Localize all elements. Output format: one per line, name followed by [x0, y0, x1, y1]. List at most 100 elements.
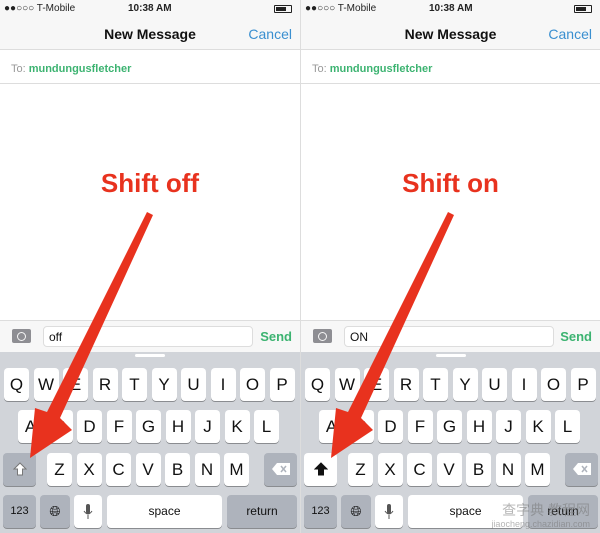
shift-arrow-icon — [313, 462, 328, 476]
key-m[interactable]: M — [525, 453, 550, 486]
key-k[interactable]: K — [224, 410, 250, 443]
carrier-label: ●●○○○ T-Mobile — [4, 3, 76, 14]
cancel-button[interactable]: Cancel — [548, 26, 592, 42]
key-m[interactable]: M — [224, 453, 249, 486]
globe-icon: 🌐︎ — [49, 503, 61, 519]
key-j[interactable]: J — [496, 410, 521, 443]
key-d[interactable]: D — [378, 410, 403, 443]
delete-key[interactable] — [264, 453, 297, 486]
key-o[interactable]: O — [240, 368, 265, 401]
key-w[interactable]: W — [334, 368, 360, 401]
key-t[interactable]: T — [423, 368, 448, 401]
key-i[interactable]: I — [210, 368, 236, 401]
panel-shift-on: ●●○○○ T-Mobile 10:38 AM New Message Cancel T… — [300, 0, 600, 533]
panel-shift-off: ●●○○○ T-Mobile 10:38 AM New Message Cancel T… — [0, 0, 300, 533]
key-r[interactable]: R — [92, 368, 118, 401]
nav-bar: New Message Cancel — [301, 17, 600, 50]
microphone-icon — [83, 504, 93, 519]
key-a[interactable]: A — [319, 410, 344, 443]
backspace-icon — [271, 463, 290, 475]
recipient[interactable]: mundungusfletcher — [29, 63, 132, 75]
key-u[interactable]: U — [181, 368, 206, 401]
key-x[interactable]: X — [76, 453, 102, 486]
key-y[interactable]: Y — [452, 368, 478, 401]
key-s[interactable]: S — [47, 410, 73, 443]
key-p[interactable]: P — [570, 368, 596, 401]
shift-arrow-icon — [12, 462, 27, 476]
key-h[interactable]: H — [466, 410, 492, 443]
key-x[interactable]: X — [377, 453, 403, 486]
key-c[interactable]: C — [106, 453, 131, 486]
clock: 10:38 AM — [429, 3, 473, 14]
numbers-key[interactable]: 123 — [304, 495, 337, 528]
camera-icon[interactable] — [313, 329, 332, 343]
send-button[interactable]: Send — [560, 329, 592, 344]
key-z[interactable]: Z — [348, 453, 373, 486]
key-y[interactable]: Y — [151, 368, 177, 401]
input-bar: ON Send — [301, 320, 600, 352]
key-v[interactable]: V — [135, 453, 161, 486]
globe-key[interactable]: 🌐︎ — [341, 495, 371, 528]
battery-icon — [274, 5, 292, 13]
key-j[interactable]: J — [195, 410, 220, 443]
backspace-icon — [572, 463, 591, 475]
key-k[interactable]: K — [525, 410, 551, 443]
key-b[interactable]: B — [466, 453, 491, 486]
key-t[interactable]: T — [122, 368, 147, 401]
to-field[interactable]: To: mundungusfletcher — [301, 58, 600, 84]
space-key[interactable]: space — [107, 495, 222, 528]
annotation-heading: Shift off — [100, 168, 200, 198]
dictation-key[interactable] — [375, 495, 403, 528]
globe-key[interactable]: 🌐︎ — [40, 495, 70, 528]
key-w[interactable]: W — [33, 368, 59, 401]
key-n[interactable]: N — [194, 453, 220, 486]
cancel-button[interactable]: Cancel — [248, 26, 292, 42]
key-h[interactable]: H — [165, 410, 191, 443]
key-e[interactable]: E — [63, 368, 88, 401]
dictation-key[interactable] — [74, 495, 102, 528]
camera-icon[interactable] — [12, 329, 31, 343]
keyboard-handle[interactable] — [436, 354, 466, 357]
key-g[interactable]: G — [437, 410, 462, 443]
message-input[interactable]: off — [43, 326, 253, 347]
key-q[interactable]: Q — [4, 368, 29, 401]
key-c[interactable]: C — [407, 453, 432, 486]
key-l[interactable]: L — [555, 410, 580, 443]
key-q[interactable]: Q — [305, 368, 330, 401]
key-f[interactable]: F — [106, 410, 132, 443]
key-p[interactable]: P — [269, 368, 295, 401]
nav-bar: New Message Cancel — [0, 17, 300, 50]
key-l[interactable]: L — [254, 410, 279, 443]
key-u[interactable]: U — [482, 368, 507, 401]
globe-icon: 🌐︎ — [350, 503, 362, 519]
key-r[interactable]: R — [393, 368, 419, 401]
carrier-label: ●●○○○ T-Mobile — [305, 3, 377, 14]
key-e[interactable]: E — [364, 368, 389, 401]
to-field[interactable]: To: mundungusfletcher — [0, 58, 300, 84]
key-s[interactable]: S — [348, 410, 374, 443]
shift-key[interactable] — [3, 453, 36, 486]
shift-key[interactable] — [304, 453, 337, 486]
key-v[interactable]: V — [436, 453, 462, 486]
key-a[interactable]: A — [18, 410, 43, 443]
numbers-key[interactable]: 123 — [3, 495, 36, 528]
to-label: To: — [312, 63, 327, 75]
send-button[interactable]: Send — [260, 329, 292, 344]
key-d[interactable]: D — [77, 410, 102, 443]
delete-key[interactable] — [565, 453, 598, 486]
message-input[interactable]: ON — [344, 326, 554, 347]
watermark: 查字典 教程网 jiaocheng.chazidian.com — [491, 502, 590, 529]
key-b[interactable]: B — [165, 453, 190, 486]
key-o[interactable]: O — [541, 368, 566, 401]
key-i[interactable]: I — [511, 368, 537, 401]
return-key[interactable]: return — [227, 495, 297, 528]
recipient[interactable]: mundungusfletcher — [330, 63, 433, 75]
keyboard-handle[interactable] — [135, 354, 165, 357]
key-g[interactable]: G — [136, 410, 161, 443]
status-bar: ●●○○○ T-Mobile 10:38 AM — [0, 0, 300, 17]
status-bar: ●●○○○ T-Mobile 10:38 AM — [301, 0, 600, 17]
key-n[interactable]: N — [495, 453, 521, 486]
key-f[interactable]: F — [407, 410, 433, 443]
key-z[interactable]: Z — [47, 453, 72, 486]
to-label: To: — [11, 63, 26, 75]
